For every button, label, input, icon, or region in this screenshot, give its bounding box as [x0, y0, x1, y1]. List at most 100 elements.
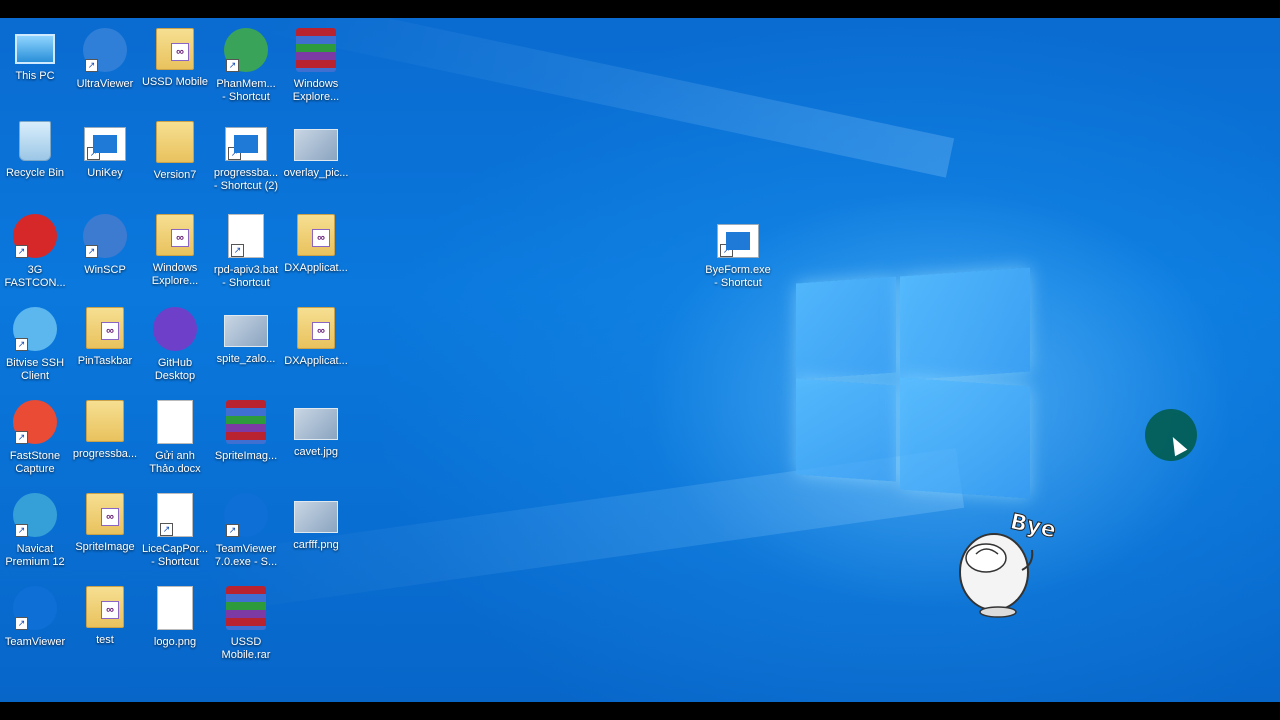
desktop-icon-label: This PC [15, 70, 55, 82]
desktop-icon[interactable]: GitHub Desktop [139, 307, 211, 383]
light-beam [261, 18, 955, 178]
desktop-icon[interactable]: ∞ DXApplicat... [280, 214, 352, 275]
desktop-icon[interactable]: ∞ Windows Explore... [139, 214, 211, 288]
desktop-icon[interactable]: carfff.png [280, 493, 352, 552]
desktop-icon[interactable]: ∞ SpriteImage [69, 493, 141, 554]
desktop-icon-label: TeamViewer [4, 636, 66, 648]
recycle-bin-icon [19, 121, 51, 161]
bitvise-icon: ↗ [13, 307, 57, 351]
desktop-icon-label: PhanMem... - Shortcut [216, 78, 276, 103]
desktop-icon[interactable]: ↗ WinSCP [69, 214, 141, 277]
desktop-icon-label: UniKey [87, 167, 123, 179]
folder-icon [156, 121, 194, 163]
vs-project-folder-icon: ∞ [156, 28, 194, 70]
ultraviewer-icon: ↗ [83, 28, 127, 72]
desktop-icon-label: Navicat Premium 12 [5, 543, 65, 568]
desktop-icon-label: LiceCapPor... - Shortcut [141, 543, 209, 568]
shortcut-arrow-icon: ↗ [231, 244, 244, 257]
desktop-icon[interactable]: ↗ TeamViewer [0, 586, 71, 649]
computer-icon [15, 34, 55, 64]
vs-project-folder-icon: ∞ [86, 307, 124, 349]
visual-studio-badge-icon: ∞ [101, 508, 119, 526]
window-app-icon: ↗ [717, 224, 759, 258]
desktop-icon[interactable]: overlay_pic... [280, 121, 352, 180]
desktop-icon[interactable]: ↗ rpd-apiv3.bat - Shortcut [210, 214, 282, 290]
visual-studio-badge-icon: ∞ [171, 43, 189, 61]
desktop-icon-label: ByeForm.exe - Shortcut [705, 264, 771, 289]
visual-studio-badge-icon: ∞ [312, 229, 330, 247]
vs-project-folder-icon: ∞ [86, 493, 124, 535]
desktop-icon[interactable]: SpriteImag... [210, 400, 282, 463]
desktop-icon-label: SpriteImage [75, 541, 135, 553]
word-document-icon [157, 400, 193, 444]
folder-icon [86, 400, 124, 442]
shortcut-arrow-icon: ↗ [15, 245, 28, 258]
desktop-icon[interactable]: ∞ PinTaskbar [69, 307, 141, 368]
desktop-icon-label: UltraViewer [76, 78, 134, 90]
visual-studio-badge-icon: ∞ [171, 229, 189, 247]
desktop-icon-byeform[interactable]: ↗ ByeForm.exe - Shortcut [702, 218, 774, 290]
winscp-icon: ↗ [83, 214, 127, 258]
desktop-icon-label: progressba... - Shortcut (2) [213, 167, 279, 192]
desktop-icon[interactable]: ↗ Navicat Premium 12 [0, 493, 71, 569]
desktop-icon[interactable]: ↗ TeamViewer 7.0.exe - S... [210, 493, 282, 569]
winrar-archive-icon [226, 400, 266, 444]
desktop-icon-label: USSD Mobile [141, 76, 209, 88]
desktop-icon[interactable]: ↗ 3G FASTCON... [0, 214, 71, 290]
desktop-icon-label: Gửi anh Thảo.docx [149, 450, 201, 475]
desktop-icon[interactable]: spite_zalo... [210, 307, 282, 366]
desktop[interactable]: This PC ↗ UltraViewer ∞ USSD Mobile ↗ PhanMem.… [0, 18, 1280, 702]
desktop-icon[interactable]: ↗ UltraViewer [69, 28, 141, 91]
desktop-icon[interactable]: ↗ UniKey [69, 121, 141, 180]
visual-studio-badge-icon: ∞ [101, 322, 119, 340]
desktop-icon[interactable]: ↗ PhanMem... - Shortcut [210, 28, 282, 104]
image-file-icon [224, 315, 268, 347]
shortcut-arrow-icon: ↗ [85, 59, 98, 72]
desktop-icon[interactable]: ↗ FastStone Capture [0, 400, 71, 476]
desktop-icon[interactable]: Gửi anh Thảo.docx [139, 400, 211, 476]
windows-logo-pane [900, 377, 1030, 499]
desktop-icon-label: rpd-apiv3.bat - Shortcut [213, 264, 279, 289]
desktop-icon-label: logo.png [153, 636, 197, 648]
desktop-icon-label: WinSCP [84, 264, 126, 276]
desktop-icon[interactable]: ↗ progressba... - Shortcut (2) [210, 121, 282, 193]
windows-logo [796, 260, 1030, 499]
desktop-icon[interactable]: Version7 [139, 121, 211, 182]
shortcut-arrow-icon: ↗ [720, 244, 733, 257]
shortcut-arrow-icon: ↗ [226, 59, 239, 72]
desktop-icon[interactable]: cavet.jpg [280, 400, 352, 459]
desktop-icon[interactable]: logo.png [139, 586, 211, 649]
desktop-icon[interactable]: ∞ test [69, 586, 141, 647]
desktop-icon[interactable]: progressba... [69, 400, 141, 461]
shortcut-arrow-icon: ↗ [228, 147, 241, 160]
window-app-icon: ↗ [225, 127, 267, 161]
desktop-icon-label: PinTaskbar [77, 355, 133, 367]
desktop-icon[interactable]: ↗ LiceCapPor... - Shortcut [139, 493, 211, 569]
desktop-icon[interactable]: ∞ USSD Mobile [139, 28, 211, 89]
shortcut-arrow-icon: ↗ [226, 524, 239, 537]
teamviewer-icon: ↗ [13, 586, 57, 630]
unikey-icon: ↗ [84, 127, 126, 161]
desktop-icon[interactable]: Recycle Bin [0, 121, 71, 180]
desktop-icon[interactable]: Windows Explore... [280, 28, 352, 104]
desktop-icon[interactable]: ↗ Bitvise SSH Client [0, 307, 71, 383]
desktop-icon[interactable]: This PC [0, 28, 71, 83]
image-file-icon [294, 129, 338, 161]
navicat-icon: ↗ [13, 493, 57, 537]
vs-project-folder-icon: ∞ [297, 307, 335, 349]
desktop-icon[interactable]: USSD Mobile.rar [210, 586, 282, 662]
vs-project-folder-icon: ∞ [297, 214, 335, 256]
desktop-icon-label: overlay_pic... [283, 167, 349, 179]
desktop-icon-label: Windows Explore... [292, 78, 340, 103]
desktop-icon-label: FastStone Capture [9, 450, 61, 475]
fastcon-icon: ↗ [13, 214, 57, 258]
desktop-icon[interactable]: ∞ DXApplicat... [280, 307, 352, 368]
teamviewer-icon: ↗ [224, 493, 268, 537]
winrar-archive-icon [226, 586, 266, 630]
shortcut-arrow-icon: ↗ [160, 523, 173, 536]
desktop-icon-label: USSD Mobile.rar [221, 636, 271, 661]
shortcut-arrow-icon: ↗ [85, 245, 98, 258]
desktop-icon-label: progressba... [72, 448, 138, 460]
desktop-icon-label: GitHub Desktop [154, 357, 196, 382]
desktop-icon-label: DXApplicat... [284, 262, 348, 274]
